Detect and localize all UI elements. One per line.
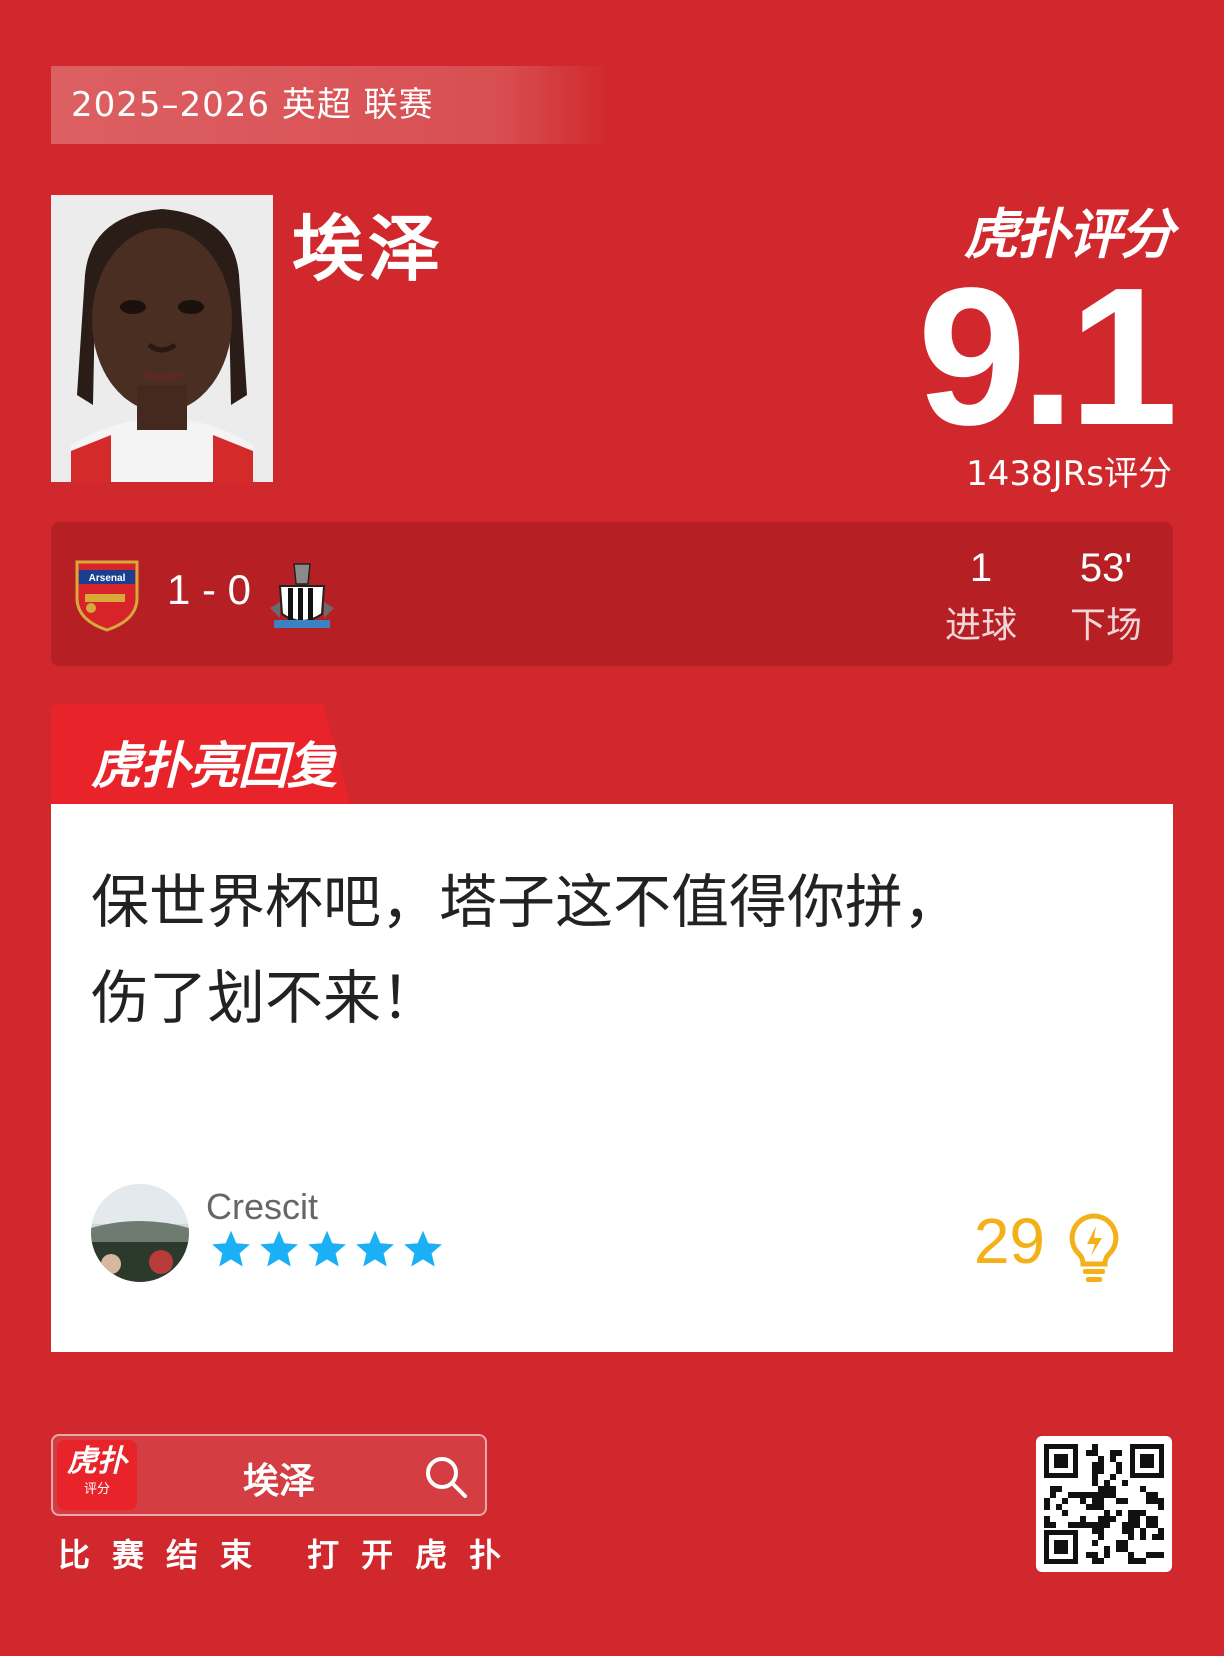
qr-code-icon <box>1044 1444 1164 1564</box>
comment-line: 伤了划不来！ <box>91 964 440 1032</box>
player-name: 埃泽 <box>292 207 445 291</box>
arsenal-crest-icon: Arsenal <box>75 560 139 632</box>
username[interactable]: Crescit <box>206 1186 318 1228</box>
svg-text:Arsenal: Arsenal <box>89 573 126 584</box>
reply-tab: 虎扑亮回复 <box>51 704 351 804</box>
match-score: 1 - 0 <box>167 566 252 613</box>
reply-tab-label: 虎扑亮回复 <box>91 737 337 795</box>
lightbulb-icon[interactable] <box>1065 1212 1123 1284</box>
stat-label: 下场 <box>1069 605 1142 646</box>
star-rating <box>209 1228 445 1272</box>
search-icon[interactable] <box>423 1454 469 1500</box>
star-icon <box>404 1230 442 1267</box>
reply-card[interactable]: 保世界杯吧，塔子这不值得你拼， 伤了划不来！ Crescit 29 <box>51 804 1173 1352</box>
star-icon <box>308 1230 346 1267</box>
rating-score: 9.1 <box>917 247 1178 466</box>
comment-line: 保世界杯吧，塔子这不值得你拼， <box>91 868 962 936</box>
app-logo-title: 虎扑 <box>67 1444 127 1479</box>
stat-label: 进球 <box>944 605 1017 646</box>
footer-caption: 比赛结束 打开虎扑 <box>58 1536 524 1574</box>
like-count: 29 <box>973 1205 1045 1277</box>
app-logo-subtitle: 评分 <box>83 1482 110 1497</box>
stat-goals: 1 进球 <box>921 544 1041 648</box>
rating-count: 1438JRs评分 <box>966 454 1172 494</box>
star-icon <box>356 1230 394 1267</box>
search-query[interactable]: 埃泽 <box>243 1452 315 1504</box>
qr-code[interactable] <box>1036 1436 1172 1572</box>
app-search-bar[interactable]: 虎扑 评分 埃泽 <box>51 1434 487 1516</box>
star-icon <box>212 1230 250 1267</box>
stat-value: 1 <box>969 546 993 590</box>
app-logo[interactable]: 虎扑 评分 <box>57 1440 137 1510</box>
player-photo <box>51 195 273 482</box>
avatar[interactable] <box>91 1184 189 1282</box>
comment-text: 保世界杯吧，塔子这不值得你拼， 伤了划不来！ <box>91 854 1091 1046</box>
match-summary[interactable]: Arsenal 1 - 0 1 进球 53' 下场 <box>51 522 1173 666</box>
newcastle-crest-icon <box>270 563 334 628</box>
stat-value: 53' <box>1079 546 1133 590</box>
star-icon <box>260 1230 298 1267</box>
stat-substituted: 53' 下场 <box>1046 544 1166 648</box>
season-label: 2025–2026 英超 联赛 <box>51 66 611 144</box>
